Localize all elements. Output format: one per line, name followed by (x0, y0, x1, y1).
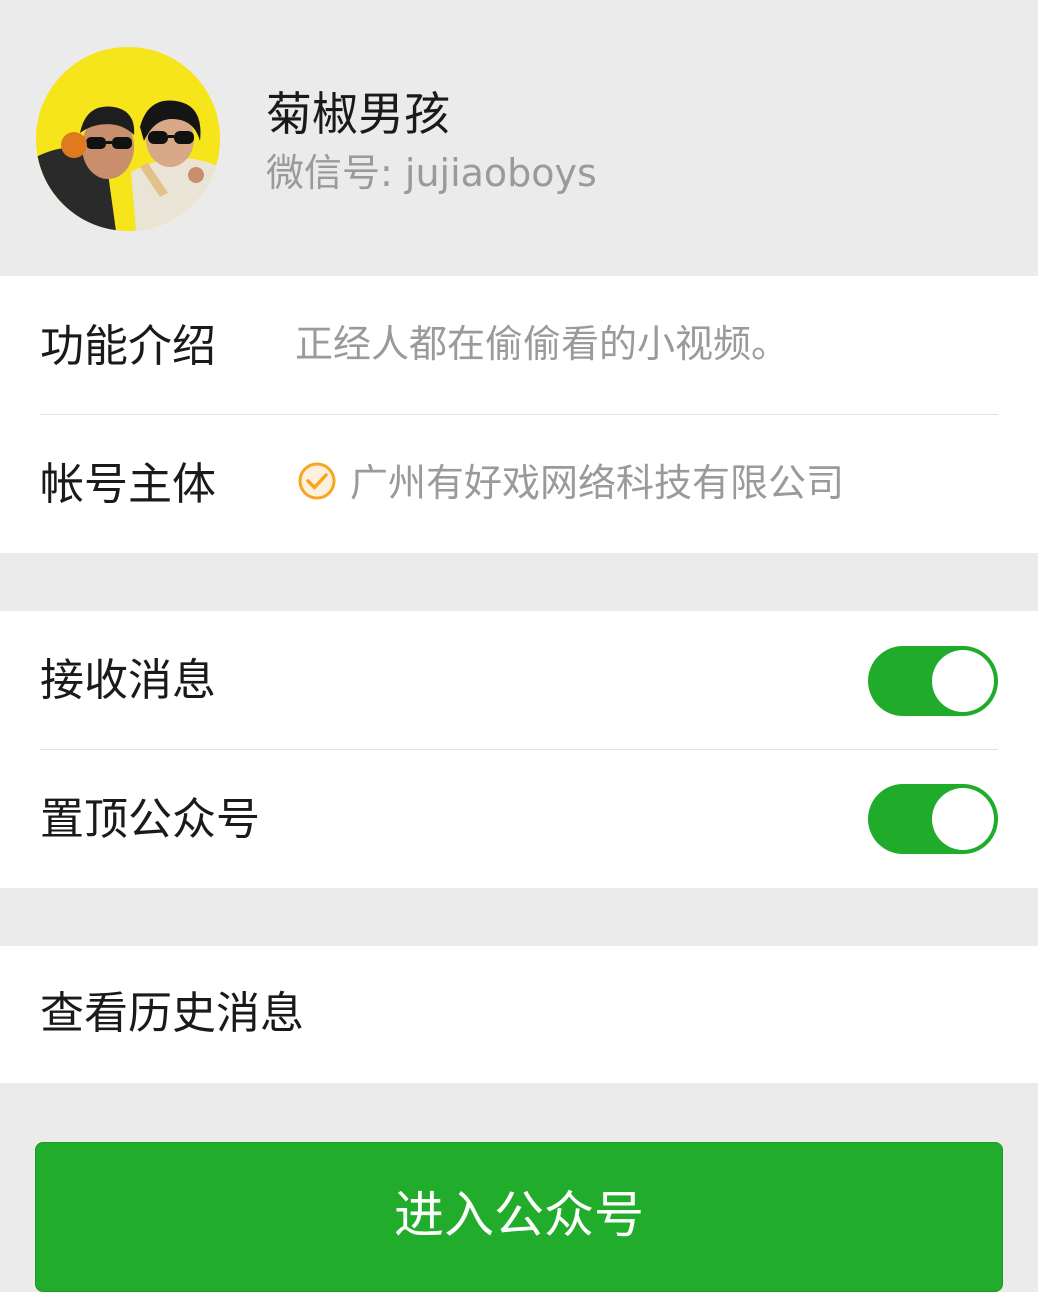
history-card[interactable]: 查看历史消息 (0, 946, 1038, 1083)
pin-account-label: 置顶公众号 (40, 794, 260, 845)
enter-account-label: 进入公众号 (394, 1186, 644, 1244)
pin-account-row: 置顶公众号 (0, 750, 1038, 888)
avatar[interactable] (36, 47, 220, 231)
entity-row[interactable]: 帐号主体 广州有好戏网络科技有限公司 (0, 415, 1038, 553)
intro-row: 功能介绍 正经人都在偷偷看的小视频。 (0, 276, 1038, 414)
enter-account-button[interactable]: 进入公众号 (35, 1142, 1003, 1292)
account-name: 菊椒男孩 (266, 87, 450, 141)
wechat-id: 微信号: jujiaoboys (266, 151, 597, 195)
profile-header: 菊椒男孩 微信号: jujiaoboys (0, 0, 1038, 276)
intro-label: 功能介绍 (40, 321, 216, 372)
settings-card: 接收消息 置顶公众号 (0, 611, 1038, 888)
receive-messages-row: 接收消息 (0, 611, 1038, 749)
toggle-knob (932, 788, 994, 850)
pin-account-toggle[interactable] (868, 784, 998, 854)
history-label: 查看历史消息 (40, 988, 304, 1039)
verified-check-icon (298, 462, 336, 500)
info-card: 功能介绍 正经人都在偷偷看的小视频。 帐号主体 广州有好戏网络科技有限公司 (0, 276, 1038, 553)
avatar-photo (36, 47, 220, 231)
toggle-knob (932, 650, 994, 712)
receive-messages-toggle[interactable] (868, 646, 998, 716)
entity-label: 帐号主体 (40, 459, 216, 510)
receive-messages-label: 接收消息 (40, 655, 216, 706)
intro-value: 正经人都在偷偷看的小视频。 (295, 322, 790, 366)
entity-value: 广州有好戏网络科技有限公司 (350, 461, 845, 505)
